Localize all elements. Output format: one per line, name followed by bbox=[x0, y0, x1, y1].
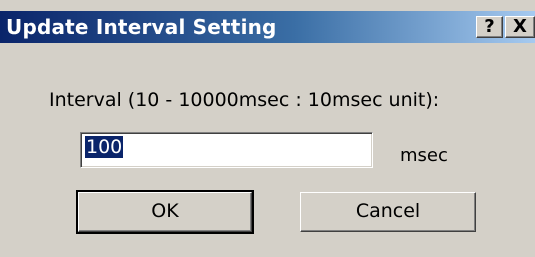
interval-value[interactable]: 100 bbox=[85, 136, 124, 158]
help-button[interactable]: ? bbox=[476, 16, 503, 38]
title-bar[interactable]: Update Interval Setting ? X bbox=[0, 11, 535, 43]
close-button[interactable]: X bbox=[505, 16, 535, 38]
interval-prompt-label: Interval (10 - 10000msec : 10msec unit): bbox=[49, 89, 440, 111]
window-title: Update Interval Setting bbox=[6, 15, 277, 39]
ok-button[interactable]: OK bbox=[76, 190, 254, 234]
interval-input[interactable]: 100 bbox=[80, 132, 373, 168]
cancel-button[interactable]: Cancel bbox=[300, 192, 476, 232]
help-icon: ? bbox=[484, 16, 495, 37]
close-icon: X bbox=[513, 16, 527, 37]
unit-label: msec bbox=[400, 145, 448, 166]
update-interval-dialog: Update Interval Setting ? X Interval (10… bbox=[0, 0, 535, 257]
